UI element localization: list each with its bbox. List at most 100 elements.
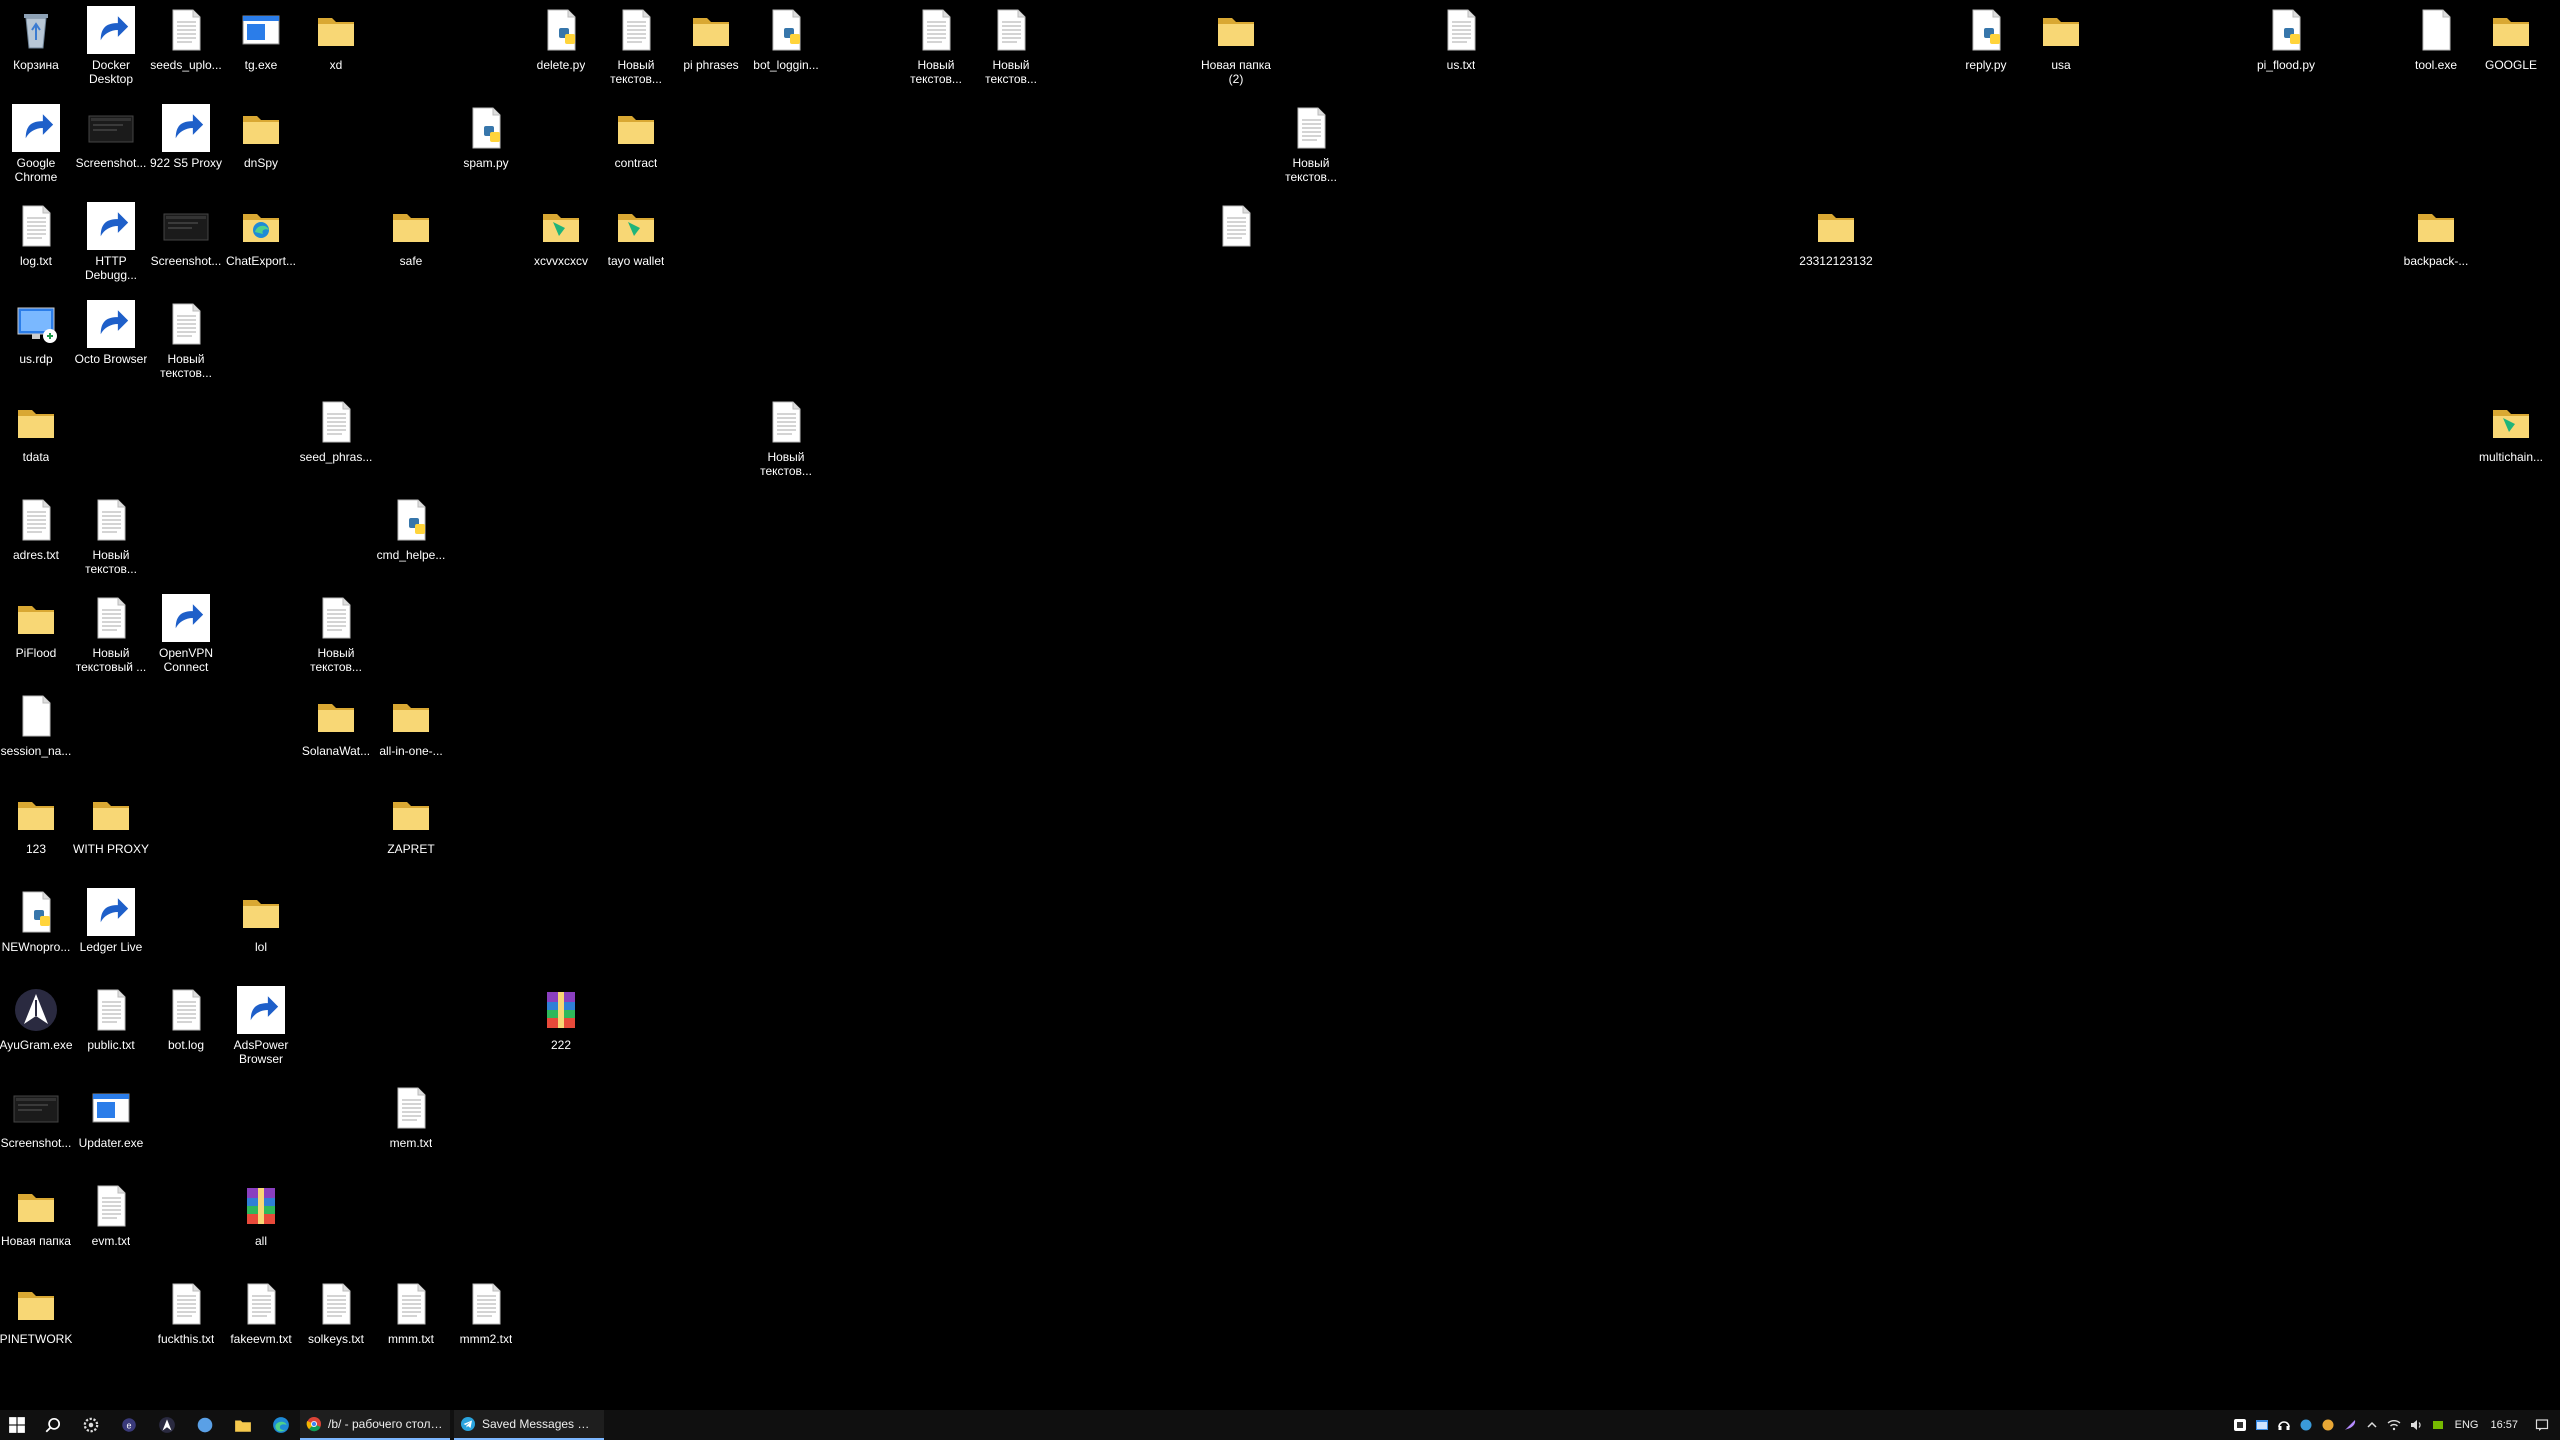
taskbar-ayugram[interactable] (148, 1410, 186, 1440)
taskbar-settings[interactable] (72, 1410, 110, 1440)
desktop-icon[interactable]: pi phrases (671, 0, 751, 96)
desktop-icon[interactable]: fuckthis.txt (146, 1274, 226, 1370)
desktop-icon[interactable]: Octo Browser (71, 294, 151, 390)
taskbar-app-pin-2[interactable] (186, 1410, 224, 1440)
desktop-icon[interactable]: safe (371, 196, 451, 292)
desktop-icon[interactable]: public.txt (71, 980, 151, 1076)
desktop-icon[interactable]: mmm2.txt (446, 1274, 526, 1370)
desktop-icon[interactable]: AyuGram.exe (0, 980, 76, 1076)
desktop-icon[interactable]: Новый текстов... (971, 0, 1051, 96)
desktop-icon[interactable] (1196, 196, 1276, 292)
desktop-icon[interactable]: 922 922 S5 Proxy (146, 98, 226, 194)
clock[interactable]: 16:57 (2484, 1419, 2524, 1431)
desktop-icon[interactable]: dnSpy (221, 98, 301, 194)
desktop-icon[interactable]: solkeys.txt (296, 1274, 376, 1370)
desktop-icon[interactable]: seeds_uplo... (146, 0, 226, 96)
desktop-icon[interactable]: us.txt (1421, 0, 1501, 96)
desktop-icon[interactable]: Новая папка (0, 1176, 76, 1272)
desktop-icon[interactable]: xd (296, 0, 376, 96)
desktop-icon[interactable]: Ledger Live (71, 882, 151, 978)
desktop-icon[interactable]: Новый текстов... (746, 392, 826, 488)
tray-nvidia[interactable] (2427, 1410, 2449, 1440)
desktop-icon[interactable]: Docker Desktop (71, 0, 151, 96)
desktop-icon[interactable]: delete.py (521, 0, 601, 96)
desktop-icon[interactable]: cmd_helpe... (371, 490, 451, 586)
desktop-icon[interactable]: 222 (521, 980, 601, 1076)
tray-item-2[interactable] (2251, 1410, 2273, 1440)
desktop-icon[interactable]: Новый текстов... (71, 490, 151, 586)
desktop-icon[interactable]: AdsPower Browser (221, 980, 301, 1076)
shortcut-arrow-icon (87, 202, 135, 250)
desktop-icon[interactable]: GOOGLE (2471, 0, 2551, 96)
desktop-icon[interactable]: ZAPRET (371, 784, 451, 880)
desktop-icon[interactable]: HTTP Debugg... (71, 196, 151, 292)
desktop-icon[interactable]: log.txt (0, 196, 76, 292)
desktop-icon[interactable]: us.rdp (0, 294, 76, 390)
desktop-icon[interactable]: adres.txt (0, 490, 76, 586)
desktop-icon[interactable]: PiFlood (0, 588, 76, 684)
desktop-icon[interactable]: ChatExport... (221, 196, 301, 292)
desktop-icon[interactable]: tg.exe (221, 0, 301, 96)
desktop-icon[interactable]: WITH PROXY (71, 784, 151, 880)
desktop-icon[interactable]: Новая папка (2) (1196, 0, 1276, 96)
desktop-icon[interactable]: reply.py (1946, 0, 2026, 96)
desktop-icon[interactable]: bot.log (146, 980, 226, 1076)
desktop-icon[interactable]: tool.exe (2396, 0, 2476, 96)
desktop-icon[interactable]: xcvvxcxcv (521, 196, 601, 292)
desktop-icon[interactable]: backpack-... (2396, 196, 2476, 292)
desktop-icon[interactable]: SolanaWat... (296, 686, 376, 782)
exe-icon (237, 6, 285, 54)
desktop-icon[interactable]: Новый текстовый ... (71, 588, 151, 684)
desktop-icon[interactable]: PINETWORK (0, 1274, 76, 1370)
desktop-icon[interactable]: mmm.txt (371, 1274, 451, 1370)
tray-item-1[interactable] (2229, 1410, 2251, 1440)
desktop-icon[interactable]: Новый текстов... (896, 0, 976, 96)
taskbar-window-chrome[interactable]: /b/ - рабочего стола... (300, 1410, 450, 1440)
desktop-icon[interactable]: bot_loggin... (746, 0, 826, 96)
desktop-icon[interactable]: all-in-one-... (371, 686, 451, 782)
desktop-icon[interactable]: Новый текстов... (296, 588, 376, 684)
desktop-icon[interactable]: Новый текстов... (146, 294, 226, 390)
desktop-icon[interactable]: seed_phras... (296, 392, 376, 488)
desktop-icon[interactable]: pi_flood.py (2246, 0, 2326, 96)
desktop-icon[interactable]: OpenVPN Connect (146, 588, 226, 684)
taskbar-window-telegram[interactable]: Saved Messages @ h... (454, 1410, 604, 1440)
desktop-icon[interactable]: tdata (0, 392, 76, 488)
desktop-icon[interactable]: spam.py (446, 98, 526, 194)
tray-item-4[interactable] (2295, 1410, 2317, 1440)
desktop-icon[interactable]: NEWnopro... (0, 882, 76, 978)
input-language[interactable]: ENG (2449, 1419, 2485, 1431)
desktop-icon[interactable]: mem.txt (371, 1078, 451, 1174)
desktop-icon[interactable]: Новый текстов... (1271, 98, 1351, 194)
desktop-icon[interactable]: Screenshot... (71, 98, 151, 194)
desktop-icon[interactable]: multichain... (2471, 392, 2551, 488)
tray-volume[interactable] (2405, 1410, 2427, 1440)
tray-item-3[interactable] (2273, 1410, 2295, 1440)
desktop-icon[interactable]: 123 (0, 784, 76, 880)
desktop-icon[interactable]: Screenshot... (146, 196, 226, 292)
tray-network[interactable] (2383, 1410, 2405, 1440)
desktop-icon[interactable]: Google Chrome (0, 98, 76, 194)
desktop-icon[interactable]: session_na... (0, 686, 76, 782)
desktop-icon[interactable]: Новый текстов... (596, 0, 676, 96)
start-button[interactable] (0, 1410, 34, 1440)
desktop-icon[interactable]: Screenshot... (0, 1078, 76, 1174)
tray-show-hidden[interactable] (2361, 1410, 2383, 1440)
tray-item-6[interactable] (2339, 1410, 2361, 1440)
taskbar-edge[interactable] (262, 1410, 300, 1440)
desktop-icon[interactable]: fakeevm.txt (221, 1274, 301, 1370)
desktop-icon[interactable]: Updater.exe (71, 1078, 151, 1174)
notification-center[interactable] (2524, 1410, 2560, 1440)
desktop-icon[interactable]: evm.txt (71, 1176, 151, 1272)
desktop-icon[interactable]: Корзина (0, 0, 76, 96)
taskbar-explorer[interactable] (224, 1410, 262, 1440)
search-button[interactable] (34, 1410, 72, 1440)
desktop-icon[interactable]: lol (221, 882, 301, 978)
desktop-icon[interactable]: tayo wallet (596, 196, 676, 292)
taskbar-app-pin-1[interactable]: e (110, 1410, 148, 1440)
desktop-icon[interactable]: usa (2021, 0, 2101, 96)
tray-item-5[interactable] (2317, 1410, 2339, 1440)
desktop-icon[interactable]: contract (596, 98, 676, 194)
desktop-icon[interactable]: all (221, 1176, 301, 1272)
desktop-icon[interactable]: 23312123132 (1796, 196, 1876, 292)
